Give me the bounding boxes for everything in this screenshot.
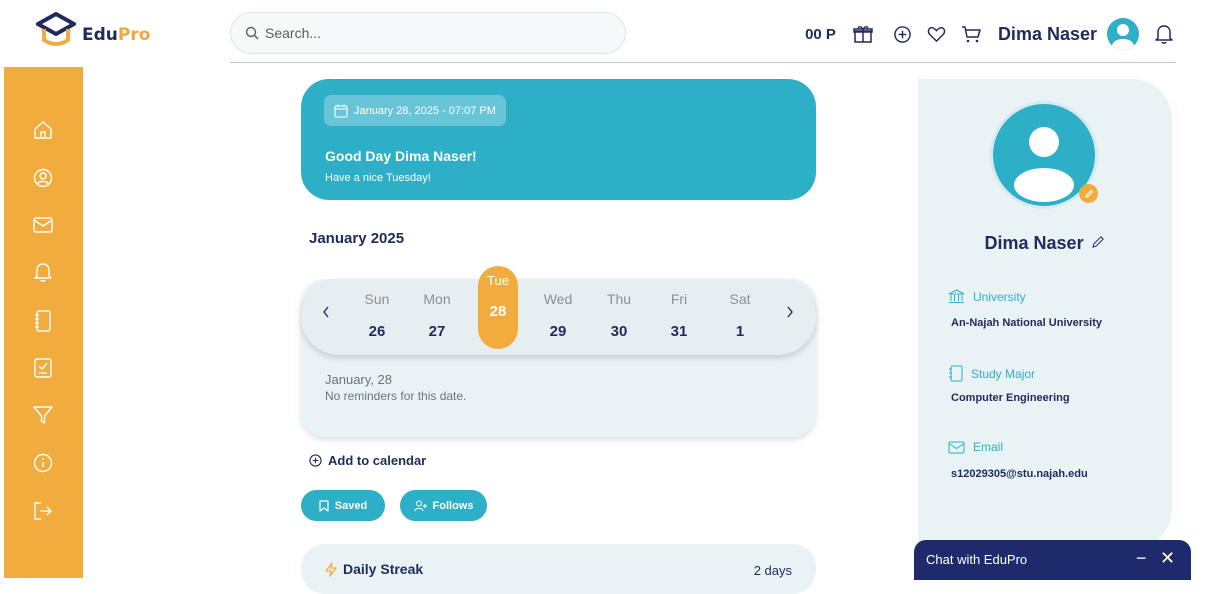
info-icon[interactable] [31, 451, 55, 475]
greeting-title: Good Day Dima Naser! [325, 148, 477, 164]
add-circle-icon [309, 454, 322, 467]
logo-text-edu: Edu [82, 25, 118, 45]
home-icon[interactable] [31, 118, 55, 142]
day-date: 27 [428, 323, 446, 340]
day-date: 26 [368, 323, 386, 340]
calendar-card: Sun 26 Mon 27 Tue 28 Wed 29 Thu 30 Fri 3… [301, 266, 816, 437]
heart-icon[interactable] [926, 23, 948, 45]
major-label: Study Major [948, 365, 1035, 382]
search-input[interactable] [265, 25, 595, 41]
gift-icon[interactable] [852, 23, 874, 45]
major-label-text: Study Major [971, 366, 1036, 381]
day-date: 28 [489, 303, 507, 320]
chat-widget[interactable]: Chat with EduPro − ✕ [914, 540, 1191, 580]
mail-icon[interactable] [31, 213, 55, 237]
day-date: 30 [610, 323, 628, 340]
day-name: Wed [543, 291, 573, 307]
bell-icon[interactable] [1153, 23, 1175, 45]
edit-name-icon[interactable] [1088, 236, 1106, 252]
notebook-icon [949, 365, 963, 382]
logo-text-pro: Pro [117, 25, 151, 45]
logo[interactable]: EduPro [36, 12, 150, 48]
welcome-card: January 28, 2025 - 07:07 PM Good Day Dim… [301, 79, 816, 200]
email-label-text: Email [973, 440, 1004, 454]
follows-button[interactable]: Follows [400, 490, 487, 521]
mail-icon [948, 441, 965, 453]
search-icon [245, 26, 259, 40]
chevron-right-icon [787, 306, 793, 318]
date-time-text: January 28, 2025 - 07:07 PM [354, 104, 496, 117]
major-value: Computer Engineering [951, 392, 1070, 404]
day-name: Sat [729, 291, 751, 307]
day-name: Fri [670, 291, 688, 307]
email-label: Email [948, 440, 1003, 454]
streak-days: 2 days [753, 563, 792, 578]
logout-icon[interactable] [31, 499, 55, 523]
day-name: Tue [487, 273, 509, 288]
pencil-icon [1084, 189, 1093, 198]
day-name: Thu [606, 291, 632, 307]
header: EduPro 00 P Dima Naser [0, 0, 1205, 65]
reminder-text: No reminders for this date. [325, 389, 467, 403]
edit-avatar-button[interactable] [1079, 184, 1098, 203]
bookmark-icon [319, 499, 329, 512]
follows-label: Follows [432, 499, 474, 512]
saved-button[interactable]: Saved [301, 490, 385, 521]
avatar[interactable] [1107, 18, 1139, 50]
institution-icon [948, 289, 965, 303]
lightning-icon [325, 561, 337, 577]
prev-week-button[interactable] [321, 305, 331, 324]
day-tue-selected[interactable]: Tue 28 [478, 266, 518, 349]
day-name: Mon [423, 291, 451, 307]
date-time-chip: January 28, 2025 - 07:07 PM [324, 95, 506, 126]
daily-streak-card: Daily Streak 2 days [301, 544, 816, 594]
streak-title: Daily Streak [325, 561, 423, 577]
calendar-icon [334, 104, 348, 118]
day-date: 29 [549, 323, 567, 340]
add-to-calendar-button[interactable]: Add to calendar [309, 453, 426, 468]
filter-icon[interactable] [31, 403, 55, 427]
university-label: University [948, 289, 1026, 304]
header-actions: 00 P Dima Naser [805, 14, 1175, 54]
selected-date-label: January, 28 [325, 372, 392, 387]
notebook-icon[interactable] [31, 309, 55, 333]
day-date: 31 [670, 323, 688, 340]
email-value: s12029305@stu.najah.edu [951, 468, 1088, 480]
checklist-icon[interactable] [31, 356, 55, 380]
profile-icon[interactable] [31, 166, 55, 190]
points-count: 00 P [805, 25, 836, 43]
profile-name-text: Dima Naser [984, 233, 1084, 253]
add-to-calendar-label: Add to calendar [328, 453, 427, 468]
chevron-left-icon [323, 306, 329, 318]
saved-label: Saved [334, 499, 368, 512]
day-name: Sun [364, 291, 390, 307]
day-date: 1 [735, 323, 745, 340]
university-label-text: University [973, 289, 1026, 304]
header-divider [230, 62, 1176, 63]
search-bar[interactable] [230, 12, 626, 54]
greeting-subtitle: Have a nice Tuesday! [325, 172, 431, 184]
add-circle-icon[interactable] [892, 23, 914, 45]
minimize-icon[interactable]: − [1136, 548, 1147, 569]
profile-name: Dima Naser [918, 233, 1172, 254]
close-icon[interactable]: ✕ [1160, 548, 1175, 569]
chat-title: Chat with EduPro [926, 552, 1028, 567]
next-week-button[interactable] [785, 305, 795, 324]
add-user-icon [413, 499, 427, 511]
user-name[interactable]: Dima Naser [998, 24, 1097, 45]
profile-panel: Dima Naser University An-Najah National … [918, 79, 1172, 549]
cart-icon[interactable] [960, 23, 982, 45]
calendar-month-title: January 2025 [309, 230, 405, 247]
week-strip: Sun 26 Mon 27 Tue 28 Wed 29 Thu 30 Fri 3… [301, 266, 816, 355]
logo-text: EduPro [82, 25, 150, 45]
logo-icon [36, 12, 76, 46]
notification-icon[interactable] [31, 260, 55, 284]
sidebar [4, 67, 83, 578]
university-value: An-Najah National University [951, 317, 1102, 329]
streak-title-text: Daily Streak [343, 561, 424, 577]
